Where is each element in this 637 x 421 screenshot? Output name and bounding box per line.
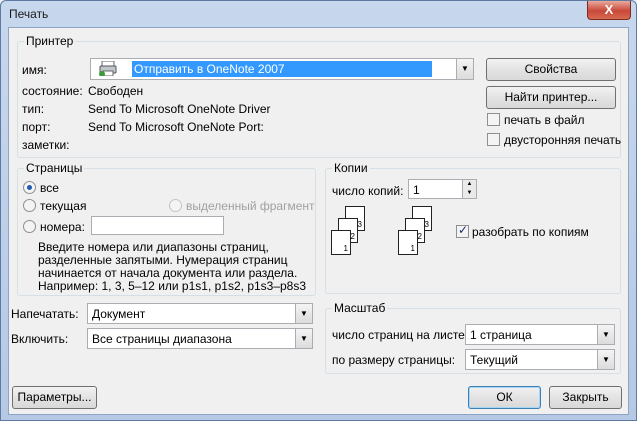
pages-numbers-radio[interactable]: [23, 220, 36, 233]
scale-value: Текущий: [470, 353, 518, 367]
spin-down-icon[interactable]: ▼: [462, 189, 476, 198]
print-to-file-label[interactable]: печать в файл: [504, 113, 584, 127]
collate-page-1a: 1: [331, 230, 351, 255]
find-printer-button[interactable]: Найти принтер...: [486, 86, 616, 109]
collate-checkbox[interactable]: [456, 223, 469, 238]
chevron-down-icon[interactable]: ▼: [295, 304, 312, 323]
pages-numbers-input[interactable]: [91, 216, 224, 235]
pages-help-line-2: разделенные запятыми. Нумерация страниц: [38, 253, 288, 267]
print-to-file-checkbox[interactable]: [487, 113, 500, 126]
properties-button[interactable]: Свойства: [486, 58, 616, 81]
printer-status-label: состояние:: [22, 84, 83, 98]
close-button[interactable]: X: [587, 1, 631, 20]
duplex-checkbox[interactable]: [487, 133, 500, 146]
pages-all-radio[interactable]: [23, 181, 36, 194]
scale-label: по размеру страницы:: [332, 353, 456, 367]
scale-select[interactable]: Текущий ▼: [465, 349, 615, 370]
ok-button[interactable]: ОК: [468, 386, 541, 409]
include-select[interactable]: Все страницы диапазона ▼: [87, 328, 313, 349]
copies-count-input[interactable]: 1 ▲ ▼: [408, 179, 477, 199]
cancel-button[interactable]: Закрыть: [549, 386, 622, 409]
print-what-label: Напечатать:: [11, 307, 79, 321]
chevron-down-icon[interactable]: ▼: [597, 325, 614, 344]
pages-current-radio[interactable]: [23, 199, 36, 212]
include-value: Все страницы диапазона: [92, 332, 232, 346]
spin-up-icon[interactable]: ▲: [462, 180, 476, 189]
chevron-down-icon[interactable]: ▼: [597, 350, 614, 369]
window-title: Печать: [9, 7, 49, 21]
pages-selection-label[interactable]: выделенный фрагмент: [186, 199, 315, 213]
chevron-down-icon[interactable]: ▼: [295, 329, 312, 348]
pages-per-sheet-label: число страниц на листе:: [332, 328, 469, 342]
pages-numbers-label[interactable]: номера:: [40, 220, 85, 234]
pages-group-title: Страницы: [24, 161, 85, 175]
copies-group-title: Копии: [332, 161, 370, 175]
pages-selection-radio[interactable]: [169, 199, 182, 212]
pages-per-sheet-select[interactable]: 1 страница ▼: [465, 324, 615, 345]
printer-status-value: Свободен: [88, 84, 144, 98]
copies-count-label: число копий:: [332, 184, 404, 198]
printer-select-value: Отправить в OneNote 2007: [132, 61, 432, 77]
options-button[interactable]: Параметры...: [12, 386, 97, 409]
collate-label[interactable]: разобрать по копиям: [472, 225, 589, 239]
printer-type-label: тип:: [22, 102, 45, 116]
printer-port-value: Send To Microsoft OneNote Port:: [88, 120, 264, 134]
pages-help-line-3: начинается от начала документа или разде…: [38, 266, 298, 280]
include-label: Включить:: [11, 332, 69, 346]
pages-current-label[interactable]: текущая: [40, 199, 86, 213]
chevron-down-icon[interactable]: ▼: [456, 59, 473, 79]
collate-illustration: 3 2 1 3 2 1: [331, 204, 441, 259]
copies-count-value: 1: [413, 183, 420, 197]
printer-notes-label: заметки:: [22, 138, 70, 152]
printer-port-label: порт:: [22, 120, 51, 134]
print-what-select[interactable]: Документ ▼: [87, 303, 313, 324]
printer-name-label: имя:: [22, 63, 47, 77]
collate-page-1b: 1: [398, 230, 418, 255]
pages-all-label[interactable]: все: [40, 181, 59, 195]
printer-select[interactable]: Отправить в OneNote 2007 ▼: [90, 58, 474, 80]
printer-group-title: Принтер: [24, 34, 76, 48]
dialog-body: Принтер имя: Отправить в OneNote 2007 ▼ …: [8, 27, 629, 415]
printer-icon: [99, 61, 117, 76]
title-bar: Печать X: [1, 1, 636, 27]
pages-help-line-4: Например: 1, 3, 5–12 или p1s1, p1s2, p1s…: [38, 279, 307, 293]
zoom-group-title: Масштаб: [332, 301, 388, 315]
printer-type-value: Send To Microsoft OneNote Driver: [88, 102, 271, 116]
pages-help-line-1: Введите номера или диапазоны страниц,: [38, 240, 269, 254]
print-what-value: Документ: [92, 307, 146, 321]
duplex-label[interactable]: двусторонняя печать: [504, 133, 621, 147]
pages-per-sheet-value: 1 страница: [470, 328, 532, 342]
print-dialog: Печать X Принтер имя: Отправить в OneNot…: [0, 0, 637, 421]
